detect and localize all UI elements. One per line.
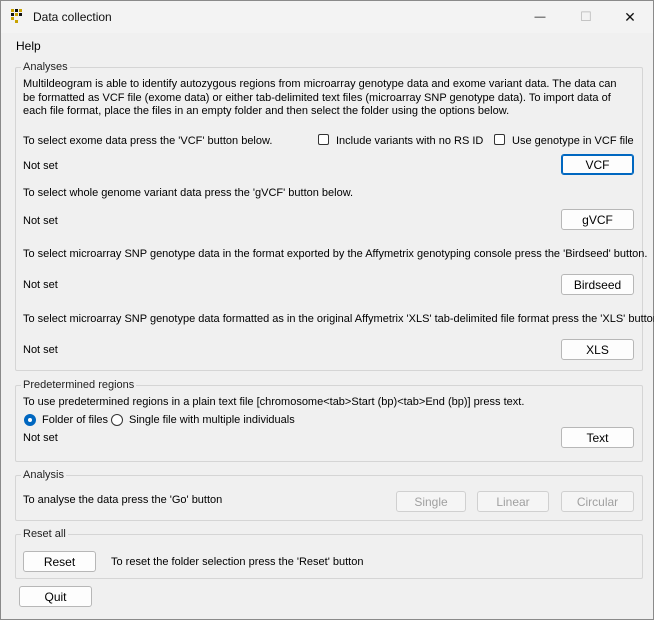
analyses-description: Multildeogram is able to identify autozy… bbox=[23, 78, 617, 117]
include-no-rsid-checkbox[interactable] bbox=[318, 134, 329, 145]
gvcf-button[interactable]: gVCF bbox=[561, 209, 634, 230]
maximize-button[interactable]: ☐ bbox=[563, 1, 609, 33]
window-title: Data collection bbox=[33, 10, 112, 24]
title-bar[interactable]: Data collection — ☐ ✕ bbox=[1, 1, 653, 33]
circular-button[interactable]: Circular bbox=[561, 491, 634, 512]
single-file-label[interactable]: Single file with multiple individuals bbox=[129, 414, 295, 426]
analysis-group-title: Analysis bbox=[21, 469, 66, 481]
gvcf-status: Not set bbox=[23, 215, 58, 227]
birdseed-button[interactable]: Birdseed bbox=[561, 274, 634, 295]
menu-bar: Help bbox=[1, 36, 653, 56]
gvcf-instruction: To select whole genome variant data pres… bbox=[23, 187, 354, 199]
close-icon: ✕ bbox=[624, 8, 636, 25]
predetermined-status: Not set bbox=[23, 432, 58, 444]
vcf-status: Not set bbox=[23, 160, 58, 172]
data-collection-window: Data collection — ☐ ✕ Help Analyses Mult… bbox=[0, 0, 654, 620]
use-genotype-checkbox[interactable] bbox=[494, 134, 505, 145]
xls-instruction: To select microarray SNP genotype data f… bbox=[23, 313, 654, 325]
folder-of-files-radio[interactable] bbox=[24, 414, 36, 426]
predetermined-group-title: Predetermined regions bbox=[21, 379, 137, 391]
close-button[interactable]: ✕ bbox=[607, 1, 653, 33]
reset-instruction: To reset the folder selection press the … bbox=[111, 556, 364, 568]
birdseed-status: Not set bbox=[23, 279, 58, 291]
analysis-instruction: To analyse the data press the 'Go' butto… bbox=[23, 494, 223, 506]
vcf-button[interactable]: VCF bbox=[561, 154, 634, 175]
xls-button[interactable]: XLS bbox=[561, 339, 634, 360]
birdseed-instruction: To select microarray SNP genotype data i… bbox=[23, 248, 648, 260]
predetermined-instruction: To use predetermined regions in a plain … bbox=[23, 396, 525, 408]
include-no-rsid-label[interactable]: Include variants with no RS ID bbox=[336, 135, 483, 147]
use-genotype-label[interactable]: Use genotype in VCF file bbox=[512, 135, 634, 147]
menu-help[interactable]: Help bbox=[16, 39, 41, 53]
vcf-instruction: To select exome data press the 'VCF' but… bbox=[23, 135, 273, 147]
xls-status: Not set bbox=[23, 344, 58, 356]
reset-button[interactable]: Reset bbox=[23, 551, 96, 572]
text-button[interactable]: Text bbox=[561, 427, 634, 448]
maximize-icon: ☐ bbox=[580, 9, 592, 24]
minimize-icon: — bbox=[534, 11, 546, 23]
analyses-group-title: Analyses bbox=[21, 61, 70, 73]
single-file-radio[interactable] bbox=[111, 414, 123, 426]
app-icon bbox=[11, 9, 25, 23]
single-button[interactable]: Single bbox=[396, 491, 466, 512]
quit-button[interactable]: Quit bbox=[19, 586, 92, 607]
linear-button[interactable]: Linear bbox=[477, 491, 549, 512]
reset-group-title: Reset all bbox=[21, 528, 68, 540]
folder-of-files-label[interactable]: Folder of files bbox=[42, 414, 108, 426]
minimize-button[interactable]: — bbox=[517, 1, 563, 33]
